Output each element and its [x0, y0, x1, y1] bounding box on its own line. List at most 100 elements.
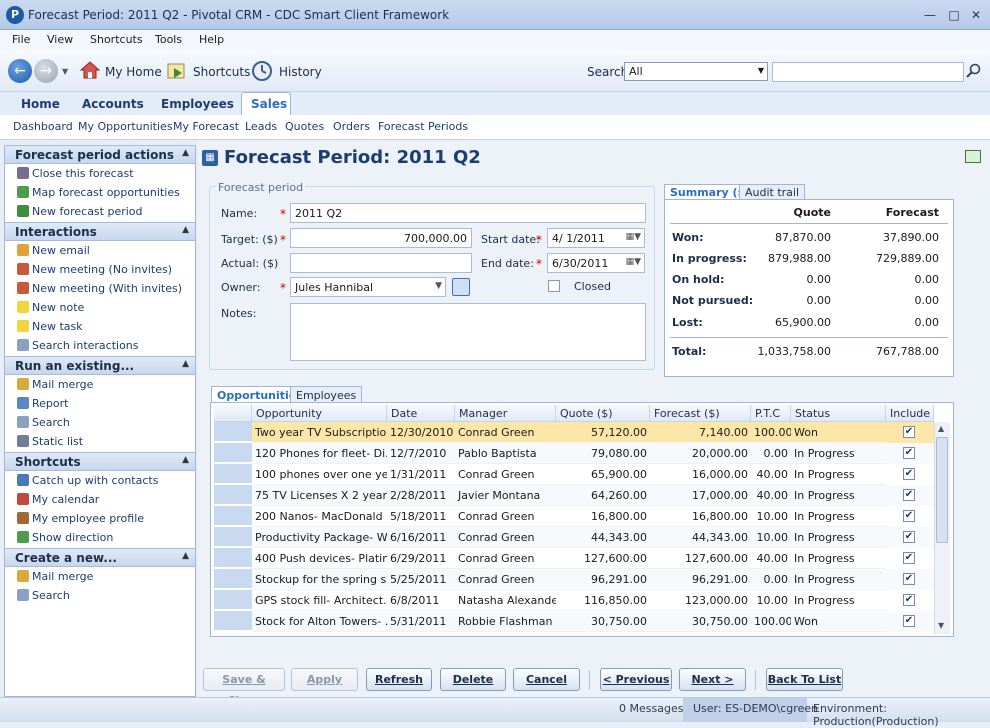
menu-help[interactable]: Help: [199, 33, 224, 46]
row-selector[interactable]: [214, 422, 252, 442]
history-clock-icon[interactable]: [251, 60, 272, 81]
sidebar-section-shortcuts[interactable]: Shortcuts ▲: [5, 452, 195, 471]
subnav-dashboard[interactable]: Dashboard: [13, 120, 73, 133]
sidebar-item-new-email[interactable]: New email: [17, 244, 90, 257]
include-checkbox[interactable]: ✔: [903, 531, 915, 543]
maximize-icon[interactable]: □: [946, 8, 962, 22]
search-input[interactable]: [772, 62, 964, 82]
tab-home[interactable]: Home: [21, 97, 60, 111]
subnav-quotes[interactable]: Quotes: [285, 120, 324, 133]
grid-header-opportunity[interactable]: Opportunity: [252, 405, 387, 422]
include-checkbox[interactable]: ✔: [903, 468, 915, 480]
shortcuts-button[interactable]: Shortcuts: [193, 65, 250, 79]
scroll-down-icon[interactable]: ▼: [938, 621, 944, 630]
sidebar-item-my-calendar[interactable]: My calendar: [17, 493, 99, 506]
grid-header-include[interactable]: Include: [886, 405, 934, 422]
home-icon[interactable]: [79, 60, 101, 80]
sidebar-section-create-new[interactable]: Create a new... ▲: [5, 548, 195, 567]
include-checkbox[interactable]: ✔: [903, 510, 915, 522]
sidebar-section-run-existing[interactable]: Run an existing... ▲: [5, 356, 195, 375]
sidebar-item-new-meeting-no-invites[interactable]: New meeting (No invites): [17, 263, 172, 276]
sidebar-item-report[interactable]: Report: [17, 397, 68, 410]
scroll-thumb[interactable]: [936, 437, 948, 543]
grid-header-ptc[interactable]: P.T.C: [751, 405, 791, 422]
tab-employees-grid[interactable]: Employees: [290, 386, 363, 403]
sidebar-item-close-forecast[interactable]: Close this forecast: [17, 167, 134, 180]
sidebar-item-catch-up[interactable]: Catch up with contacts: [17, 474, 158, 487]
my-home-button[interactable]: My Home: [105, 65, 162, 79]
forward-button[interactable]: →: [34, 59, 58, 83]
calendar-dropdown-icon[interactable]: ▦▼: [626, 232, 641, 242]
cancel-button[interactable]: Cancel: [513, 668, 580, 691]
back-to-list-button[interactable]: Back To List: [766, 668, 843, 691]
grid-header-quote[interactable]: Quote ($): [556, 405, 650, 422]
name-field[interactable]: 2011 Q2: [290, 203, 646, 223]
subnav-my-forecast[interactable]: My Forecast: [173, 120, 239, 133]
include-checkbox[interactable]: ✔: [903, 573, 915, 585]
include-checkbox[interactable]: ✔: [903, 426, 915, 438]
subnav-forecast-periods[interactable]: Forecast Periods: [378, 120, 468, 133]
row-selector[interactable]: [214, 548, 252, 568]
row-selector[interactable]: [214, 506, 252, 526]
menu-shortcuts[interactable]: Shortcuts: [90, 33, 143, 46]
save-close-button[interactable]: Save & Close: [203, 668, 285, 707]
menu-view[interactable]: View: [47, 33, 73, 46]
open-owner-icon[interactable]: [452, 278, 470, 296]
refresh-button[interactable]: Refresh: [366, 668, 432, 691]
tab-sales[interactable]: Sales: [251, 97, 287, 111]
row-selector[interactable]: [214, 464, 252, 484]
end-date-field[interactable]: 6/30/2011 ▦▼: [547, 253, 645, 273]
notes-field[interactable]: [290, 303, 646, 361]
history-dropdown-icon[interactable]: ▼: [62, 67, 68, 76]
menu-file[interactable]: File: [12, 33, 30, 46]
next-button[interactable]: Next >: [679, 668, 746, 691]
row-selector[interactable]: [214, 569, 252, 589]
sidebar-item-map-opportunities[interactable]: Map forecast opportunities: [17, 186, 180, 199]
sidebar-section-forecast-actions[interactable]: Forecast period actions ▲: [5, 145, 195, 164]
minimize-icon[interactable]: —: [922, 8, 938, 22]
collapse-icon[interactable]: ▲: [182, 148, 189, 158]
previous-button[interactable]: < Previous: [600, 668, 672, 691]
back-button[interactable]: ←: [8, 59, 32, 83]
grid-header-forecast[interactable]: Forecast ($): [650, 405, 751, 422]
include-checkbox[interactable]: ✔: [903, 447, 915, 459]
include-checkbox[interactable]: ✔: [903, 615, 915, 627]
delete-button[interactable]: Delete: [440, 668, 506, 691]
shortcuts-icon[interactable]: [166, 60, 186, 80]
row-selector[interactable]: [214, 485, 252, 505]
sidebar-item-new-task[interactable]: New task: [17, 320, 83, 333]
row-selector[interactable]: [214, 611, 252, 631]
tab-accounts[interactable]: Accounts: [82, 97, 144, 111]
owner-select[interactable]: Jules Hannibal ▼: [290, 277, 446, 297]
row-selector[interactable]: [214, 590, 252, 610]
sidebar-item-new-meeting-with-invites[interactable]: New meeting (With invites): [17, 282, 182, 295]
subnav-orders[interactable]: Orders: [333, 120, 370, 133]
closed-checkbox[interactable]: [548, 280, 560, 292]
menu-tools[interactable]: Tools: [155, 33, 182, 46]
include-checkbox[interactable]: ✔: [903, 594, 915, 606]
tab-audit-trail[interactable]: Audit trail: [739, 184, 806, 200]
search-scope-select[interactable]: All ▼: [624, 62, 768, 81]
include-checkbox[interactable]: ✔: [903, 489, 915, 501]
scroll-up-icon[interactable]: ▲: [938, 424, 944, 433]
row-selector[interactable]: [214, 443, 252, 463]
grid-header-date[interactable]: Date: [387, 405, 455, 422]
sidebar-item-static-list[interactable]: Static list: [17, 435, 83, 448]
sidebar-item-create-mail-merge[interactable]: Mail merge: [17, 570, 93, 583]
collapse-icon[interactable]: ▲: [182, 359, 189, 369]
sidebar-item-new-note[interactable]: New note: [17, 301, 84, 314]
start-date-field[interactable]: 4/ 1/2011 ▦▼: [547, 228, 645, 248]
target-field[interactable]: 700,000.00: [290, 228, 472, 248]
grid-header-status[interactable]: Status: [791, 405, 886, 422]
sidebar-item-create-search[interactable]: Search: [17, 589, 70, 602]
sidebar-item-search-interactions[interactable]: Search interactions: [17, 339, 139, 352]
export-icon[interactable]: [965, 150, 981, 163]
sidebar-item-mail-merge[interactable]: Mail merge: [17, 378, 93, 391]
close-icon[interactable]: ✕: [968, 8, 984, 22]
sidebar-item-show-direction[interactable]: Show direction: [17, 531, 113, 544]
collapse-icon[interactable]: ▲: [182, 455, 189, 465]
sidebar-section-interactions[interactable]: Interactions ▲: [5, 222, 195, 241]
tab-employees[interactable]: Employees: [161, 97, 234, 111]
history-button[interactable]: History: [279, 65, 322, 79]
sidebar-item-new-forecast-period[interactable]: New forecast period: [17, 205, 143, 218]
